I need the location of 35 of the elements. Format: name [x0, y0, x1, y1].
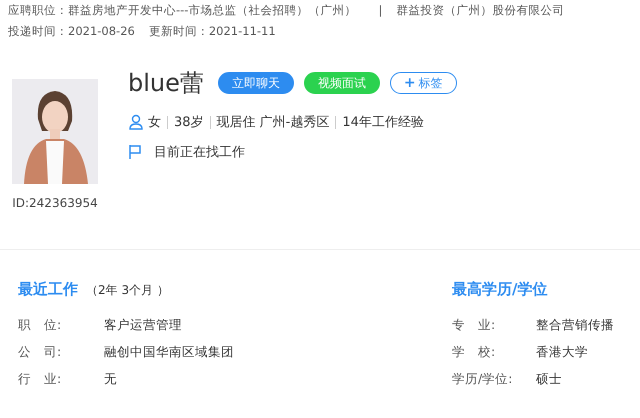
field-label: 公 司:: [18, 344, 62, 361]
updated-date: 2021-11-11: [208, 24, 276, 39]
candidate-name: blue蕾: [128, 68, 204, 99]
field-value: 融创中国华南区域集团: [104, 344, 234, 361]
separator-text: |: [378, 3, 382, 18]
job-seeking-status: 目前正在找工作: [154, 144, 245, 161]
delivered-label: 投递时间：: [8, 24, 68, 39]
flag-icon: [128, 144, 142, 160]
field-label: 行 业:: [18, 371, 62, 388]
delivered-date: 2021-08-26: [68, 24, 135, 39]
field-value: 无: [104, 371, 118, 388]
profile-fact: 女: [148, 114, 161, 131]
position-label: 应聘职位：: [8, 3, 68, 18]
field-label: 职 位:: [18, 317, 62, 334]
field-value: 客户运营管理: [104, 317, 183, 334]
field-label: 学历/学位:: [452, 371, 514, 388]
section-title: 最高学历/学位: [452, 280, 548, 299]
person-icon: [128, 114, 144, 130]
add-tag-button[interactable]: + 标签: [390, 72, 457, 94]
field-label: 专 业:: [452, 317, 496, 334]
updated-label: 更新时间：: [148, 24, 209, 39]
chat-button[interactable]: 立即聊天: [218, 72, 294, 94]
field-value: 整合营销传播: [536, 317, 615, 334]
section-title: 最近工作: [18, 280, 78, 299]
work-duration: （2年 3个月 ）: [86, 282, 169, 299]
field-value: 硕士: [536, 371, 563, 388]
profile-fact: 38岁: [174, 114, 204, 131]
company-name: 群益投资（广州）股份有限公司: [396, 3, 564, 18]
candidate-id: ID:242363954: [12, 196, 98, 210]
profile-fact: 14年工作经验: [342, 114, 424, 131]
profile-fact: 现居住 广州-越秀区: [216, 114, 330, 131]
position-title: 群益房地产开发中心---市场总监（社会招聘）（广州）: [68, 3, 356, 18]
field-label: 学 校:: [452, 344, 496, 361]
video-interview-button[interactable]: 视频面试: [304, 72, 380, 94]
field-value: 香港大学: [536, 344, 589, 361]
